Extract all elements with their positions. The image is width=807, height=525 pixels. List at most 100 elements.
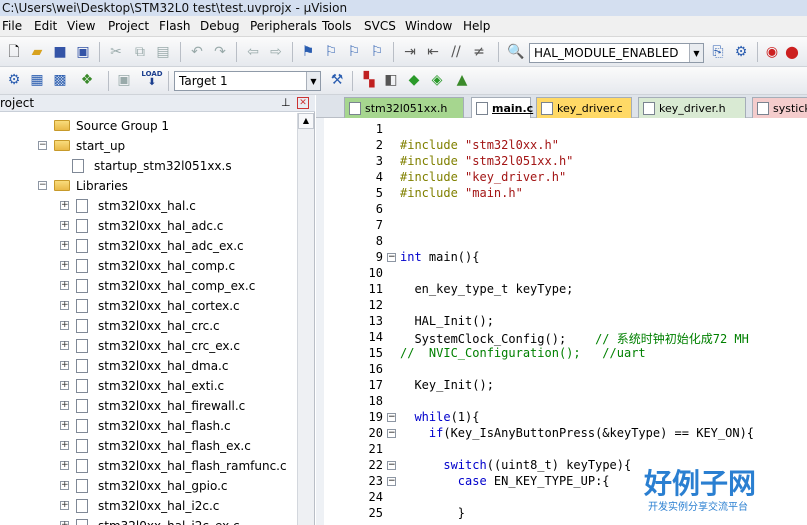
expand-icon[interactable]: + bbox=[60, 341, 69, 350]
expand-icon[interactable]: + bbox=[60, 241, 69, 250]
close-icon[interactable]: ✕ bbox=[297, 97, 309, 109]
translate-icon[interactable]: ⚙ bbox=[4, 70, 24, 90]
next-bookmark-icon[interactable]: ⚐ bbox=[344, 42, 364, 62]
batch-build-icon[interactable]: ❖ bbox=[77, 70, 97, 90]
tree-item[interactable]: + stm32l0xx_hal_flash_ex.c bbox=[0, 436, 297, 456]
load-download-icon[interactable]: LOAD ⬇ bbox=[140, 70, 164, 90]
fold-toggle-icon[interactable]: − bbox=[387, 477, 396, 486]
menu-window[interactable]: Window bbox=[405, 19, 452, 33]
target-options-icon[interactable]: ⚒ bbox=[327, 70, 347, 90]
tree-item[interactable]: Source Group 1 bbox=[0, 116, 297, 136]
tree-item[interactable]: startup_stm32l051xx.s bbox=[0, 156, 297, 176]
debug-session-icon[interactable]: ◉ bbox=[762, 42, 782, 62]
navigate-back-icon[interactable]: ⇦ bbox=[243, 42, 263, 62]
tree-item[interactable]: + stm32l0xx_hal_gpio.c bbox=[0, 476, 297, 496]
tree-item[interactable]: + stm32l0xx_hal_crc.c bbox=[0, 316, 297, 336]
rebuild-icon[interactable]: ▩ bbox=[50, 70, 70, 90]
prev-bookmark-icon[interactable]: ⚐ bbox=[321, 42, 341, 62]
fold-toggle-icon[interactable]: − bbox=[387, 429, 396, 438]
expand-icon[interactable]: + bbox=[60, 521, 69, 525]
expand-icon[interactable]: + bbox=[60, 461, 69, 470]
target-combo[interactable]: Target 1 ▼ bbox=[174, 71, 321, 91]
undo-icon[interactable]: ↶ bbox=[187, 42, 207, 62]
menu-svcs[interactable]: SVCS bbox=[364, 19, 396, 33]
chevron-down-icon[interactable]: ▼ bbox=[689, 44, 703, 62]
fold-toggle-icon[interactable]: − bbox=[387, 413, 396, 422]
menu-tools[interactable]: Tools bbox=[322, 19, 352, 33]
tree-item[interactable]: − start_up bbox=[0, 136, 297, 156]
unindent-icon[interactable]: ⇤ bbox=[423, 42, 443, 62]
expand-icon[interactable]: + bbox=[60, 501, 69, 510]
file-extensions-icon[interactable]: ◧ bbox=[381, 70, 401, 90]
build-icon[interactable]: ▦ bbox=[27, 70, 47, 90]
tree-item[interactable]: + stm32l0xx_hal_flash.c bbox=[0, 416, 297, 436]
find-icon[interactable]: ⚙ bbox=[731, 42, 751, 62]
save-icon[interactable]: ■ bbox=[50, 42, 70, 62]
tree-item[interactable]: + stm32l0xx_hal_flash_ramfunc.c bbox=[0, 456, 297, 476]
collapse-icon[interactable]: − bbox=[38, 181, 47, 190]
pin-icon[interactable]: ⊥ bbox=[281, 96, 291, 109]
tab-stm32l051xx-h[interactable]: stm32l051xx.h bbox=[344, 97, 464, 118]
menu-edit[interactable]: Edit bbox=[34, 19, 57, 33]
tab-systick-[interactable]: systick_ bbox=[752, 97, 807, 118]
uncomment-icon[interactable]: ≠ bbox=[469, 42, 489, 62]
expand-icon[interactable]: + bbox=[60, 301, 69, 310]
select-packs-icon[interactable]: ◈ bbox=[427, 70, 447, 90]
pack-installer-icon[interactable]: ◆ bbox=[404, 70, 424, 90]
tree-item[interactable]: + stm32l0xx_hal_comp_ex.c bbox=[0, 276, 297, 296]
tree-item[interactable]: + stm32l0xx_hal.c bbox=[0, 196, 297, 216]
tab-main-c[interactable]: main.c bbox=[471, 97, 533, 118]
chevron-down-icon[interactable]: ▼ bbox=[306, 72, 320, 90]
navigate-forward-icon[interactable]: ⇨ bbox=[266, 42, 286, 62]
tree-item[interactable]: + stm32l0xx_hal_cortex.c bbox=[0, 296, 297, 316]
project-scrollbar[interactable]: ▲ bbox=[297, 113, 314, 525]
menu-peripherals[interactable]: Peripherals bbox=[250, 19, 317, 33]
indent-icon[interactable]: ⇥ bbox=[400, 42, 420, 62]
tree-item[interactable]: + stm32l0xx_hal_firewall.c bbox=[0, 396, 297, 416]
tree-item[interactable]: + stm32l0xx_hal_exti.c bbox=[0, 376, 297, 396]
tree-item[interactable]: − Libraries bbox=[0, 176, 297, 196]
expand-icon[interactable]: + bbox=[60, 381, 69, 390]
tab-key-driver-c[interactable]: key_driver.c bbox=[536, 97, 632, 118]
tree-item[interactable]: + stm32l0xx_hal_crc_ex.c bbox=[0, 336, 297, 356]
menu-project[interactable]: Project bbox=[108, 19, 149, 33]
scroll-up-icon[interactable]: ▲ bbox=[298, 113, 314, 129]
expand-icon[interactable]: + bbox=[60, 221, 69, 230]
manage-components-icon[interactable]: ▚ bbox=[359, 70, 379, 90]
expand-icon[interactable]: + bbox=[60, 401, 69, 410]
breakpoint-icon[interactable]: ● bbox=[782, 42, 802, 62]
expand-icon[interactable]: + bbox=[60, 201, 69, 210]
comment-icon[interactable]: // bbox=[446, 42, 466, 62]
menu-help[interactable]: Help bbox=[463, 19, 490, 33]
paste-icon[interactable]: ▤ bbox=[153, 42, 173, 62]
cut-icon[interactable]: ✂ bbox=[106, 42, 126, 62]
tree-item[interactable]: + stm32l0xx_hal_comp.c bbox=[0, 256, 297, 276]
stop-build-icon[interactable]: ▣ bbox=[114, 70, 134, 90]
expand-icon[interactable]: + bbox=[60, 361, 69, 370]
tree-item[interactable]: + stm32l0xx_hal_i2c.c bbox=[0, 496, 297, 516]
find-in-files-icon[interactable]: 🔍 bbox=[506, 42, 526, 62]
expand-icon[interactable]: + bbox=[60, 321, 69, 330]
bookmark-icon[interactable]: ⚑ bbox=[298, 42, 318, 62]
find-combo[interactable]: HAL_MODULE_ENABLED ▼ bbox=[529, 43, 704, 63]
tree-item[interactable]: + stm32l0xx_hal_i2c_ex.c bbox=[0, 516, 297, 525]
copy-icon[interactable]: ⧉ bbox=[130, 42, 150, 62]
collapse-icon[interactable]: − bbox=[38, 141, 47, 150]
expand-icon[interactable]: + bbox=[60, 441, 69, 450]
expand-icon[interactable]: + bbox=[60, 281, 69, 290]
fold-toggle-icon[interactable]: − bbox=[387, 253, 396, 262]
fold-toggle-icon[interactable]: − bbox=[387, 461, 396, 470]
menu-flash[interactable]: Flash bbox=[159, 19, 190, 33]
expand-icon[interactable]: + bbox=[60, 421, 69, 430]
tree-item[interactable]: + stm32l0xx_hal_dma.c bbox=[0, 356, 297, 376]
new-file-icon[interactable]: 🗋 bbox=[4, 42, 24, 62]
run-time-env-icon[interactable]: ▲ bbox=[452, 70, 472, 90]
tab-key-driver-h[interactable]: key_driver.h bbox=[638, 97, 746, 118]
expand-icon[interactable]: + bbox=[60, 261, 69, 270]
expand-icon[interactable]: + bbox=[60, 481, 69, 490]
redo-icon[interactable]: ↷ bbox=[210, 42, 230, 62]
clear-bookmarks-icon[interactable]: ⚐ bbox=[367, 42, 387, 62]
save-all-icon[interactable]: ▣ bbox=[73, 42, 93, 62]
menu-view[interactable]: View bbox=[67, 19, 95, 33]
menu-debug[interactable]: Debug bbox=[200, 19, 239, 33]
